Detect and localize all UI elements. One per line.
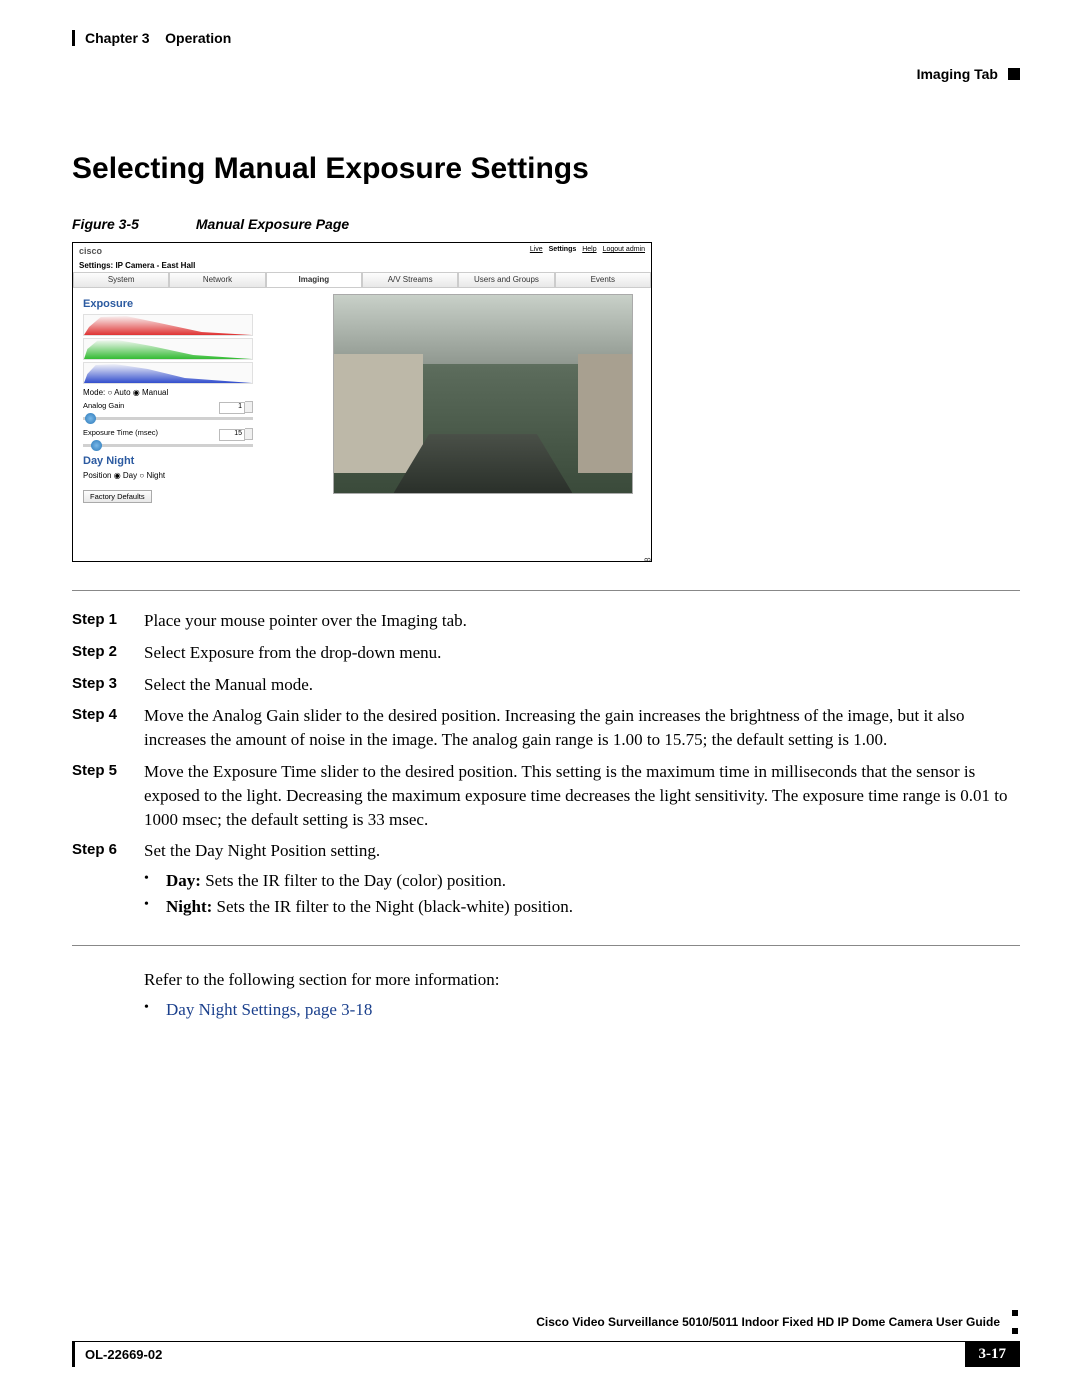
step-label: Step 5	[72, 760, 144, 831]
figure-caption: Figure 3-5 Manual Exposure Page	[72, 216, 1020, 232]
camera-preview	[333, 294, 633, 494]
divider	[72, 590, 1020, 591]
section-marker-icon	[1008, 68, 1020, 80]
link-settings[interactable]: Settings	[549, 246, 577, 253]
exposure-time-label: Exposure Time (msec)	[83, 428, 158, 441]
page-header: Chapter 3 Operation	[72, 30, 1020, 46]
daynight-section-title: Day Night	[83, 455, 323, 467]
chapter-number: Chapter 3	[85, 30, 150, 46]
bullet-icon: •	[144, 1000, 166, 1016]
factory-defaults-button[interactable]: Factory Defaults	[83, 490, 152, 503]
exposure-time-spinner[interactable]	[245, 428, 253, 440]
footer-guide-title: Cisco Video Surveillance 5010/5011 Indoo…	[72, 1315, 1000, 1331]
bullet-night-bold: Night:	[166, 897, 212, 916]
tab-users-groups[interactable]: Users and Groups	[458, 272, 554, 288]
chapter-title: Operation	[165, 30, 231, 46]
logo: cisco	[79, 246, 102, 256]
mode-label: Mode:	[83, 388, 105, 397]
tab-bar: System Network Imaging A/V Streams Users…	[73, 272, 651, 288]
histogram-red	[83, 314, 253, 336]
figure-id-tag: 278798	[644, 557, 652, 562]
tab-system[interactable]: System	[73, 272, 169, 288]
step-text: Select the Manual mode.	[144, 673, 1020, 697]
analog-gain-input[interactable]: 1	[219, 402, 245, 414]
settings-breadcrumb: Settings: IP Camera - East Hall	[73, 259, 651, 272]
step-text: Move the Exposure Time slider to the des…	[144, 760, 1020, 831]
link-logout[interactable]: Logout admin	[603, 246, 645, 253]
bullet-icon: •	[144, 871, 166, 887]
tab-imaging[interactable]: Imaging	[266, 272, 362, 288]
analog-gain-spinner[interactable]	[245, 401, 253, 413]
radio-manual[interactable]: ◉	[133, 388, 142, 397]
analog-gain-slider[interactable]	[83, 417, 253, 420]
exposure-time-input[interactable]: 15	[219, 429, 245, 441]
step-text: Place your mouse pointer over the Imagin…	[144, 609, 1020, 633]
divider	[72, 945, 1020, 946]
tab-network[interactable]: Network	[169, 272, 265, 288]
refer-text: Refer to the following section for more …	[144, 970, 1020, 990]
step-text: Move the Analog Gain slider to the desir…	[144, 704, 1020, 752]
radio-day[interactable]: ◉	[114, 471, 123, 480]
top-links: Live Settings Help Logout admin	[526, 246, 645, 256]
figure-number: Figure 3-5	[72, 216, 192, 232]
footer-doc-id: OL-22669-02	[85, 1347, 162, 1362]
exposure-time-slider[interactable]	[83, 444, 253, 447]
bullet-day-text: Sets the IR filter to the Day (color) po…	[201, 871, 506, 890]
page-number: 3-17	[965, 1342, 1021, 1367]
steps-list: Step 1Place your mouse pointer over the …	[72, 609, 1020, 863]
step-label: Step 4	[72, 704, 144, 752]
step-label: Step 2	[72, 641, 144, 665]
step-label: Step 3	[72, 673, 144, 697]
bullet-night-text: Sets the IR filter to the Night (black-w…	[212, 897, 573, 916]
page-title: Selecting Manual Exposure Settings	[72, 152, 1020, 186]
tab-av-streams[interactable]: A/V Streams	[362, 272, 458, 288]
bullet-day-bold: Day:	[166, 871, 201, 890]
figure-title: Manual Exposure Page	[196, 216, 349, 232]
step-label: Step 1	[72, 609, 144, 633]
page-footer: Cisco Video Surveillance 5010/5011 Indoo…	[72, 1305, 1020, 1367]
cross-reference-link[interactable]: Day Night Settings, page 3-18	[166, 1000, 372, 1020]
histogram-green	[83, 338, 253, 360]
exposure-section-title: Exposure	[83, 298, 323, 310]
position-label: Position	[83, 471, 111, 480]
step-label: Step 6	[72, 839, 144, 863]
link-help[interactable]: Help	[582, 246, 596, 253]
step-text: Select Exposure from the drop-down menu.	[144, 641, 1020, 665]
figure-screenshot: cisco Live Settings Help Logout admin Se…	[72, 242, 652, 562]
histogram-blue	[83, 362, 253, 384]
bullet-icon: •	[144, 897, 166, 913]
tab-events[interactable]: Events	[555, 272, 651, 288]
link-live[interactable]: Live	[530, 246, 543, 253]
section-name: Imaging Tab	[917, 66, 998, 82]
step-text: Set the Day Night Position setting.	[144, 839, 1020, 863]
